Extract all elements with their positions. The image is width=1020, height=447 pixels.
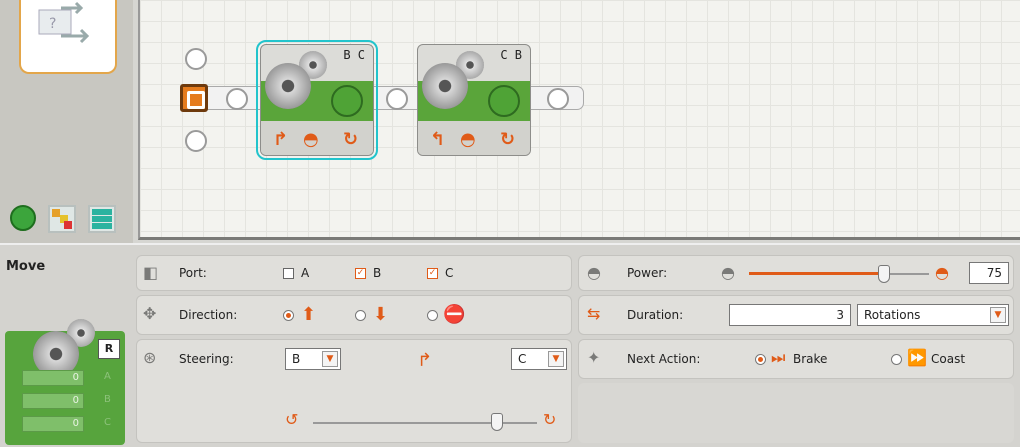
switch-block-palette-tile[interactable]: ?	[19, 0, 117, 74]
power-icon: ◓	[460, 129, 476, 150]
complete-palette-tab[interactable]	[48, 205, 76, 233]
coast-icon: ⏩	[907, 348, 927, 367]
reset-button[interactable]: R	[98, 339, 120, 359]
feedback-row-c: 0 C	[22, 416, 120, 432]
direction-stop-radio[interactable]	[427, 310, 438, 321]
chevron-down-icon: ▼	[548, 351, 564, 367]
power-input[interactable]: 75	[969, 262, 1009, 284]
coast-radio[interactable]	[891, 354, 902, 365]
coast-label[interactable]: Coast	[931, 352, 965, 366]
duration-icon: ⇆	[587, 304, 601, 323]
steering-row: ⊛ Steering: B ▼ ↱ C ▼ ↺ ↻	[136, 339, 572, 443]
duration-icon: ↻	[500, 129, 516, 150]
feedback-row-b: 0 B	[22, 393, 120, 409]
steering-label: Steering:	[179, 352, 234, 366]
steer-right-icon: ↱	[417, 350, 433, 371]
direction-label: Direction:	[179, 308, 238, 322]
duration-icon: ↻	[343, 129, 359, 150]
duration-input[interactable]: 3	[729, 304, 851, 326]
direction-backward-radio[interactable]	[355, 310, 366, 321]
duration-row: ⇆ Duration: 3 Rotations ▼	[578, 295, 1014, 335]
next-action-icon: ✦	[587, 348, 601, 367]
high-power-icon: ◓	[935, 263, 949, 282]
port-label: Port:	[179, 266, 207, 280]
up-arrow-icon[interactable]: ⬆	[301, 304, 316, 325]
steer-right-icon: ↱	[273, 129, 289, 150]
palette-panel: ?	[0, 0, 133, 243]
block-ports: B C	[343, 48, 365, 62]
sequence-start-icon[interactable]	[180, 84, 208, 112]
duration-label: Duration:	[627, 308, 684, 322]
down-arrow-icon[interactable]: ⬇	[373, 304, 388, 325]
data-hub-icon	[488, 85, 520, 117]
port-a-checkbox[interactable]	[283, 268, 294, 279]
port-icon: ◧	[143, 263, 159, 282]
power-slider-fill	[749, 272, 884, 275]
svg-text:?: ?	[49, 16, 56, 32]
power-row: ◓ Power: ◓ ◓ 75	[578, 255, 1014, 291]
beam-connector	[386, 88, 408, 110]
power-slider-thumb[interactable]	[878, 265, 890, 283]
custom-palette-icon	[92, 209, 112, 229]
steering-icon: ⊛	[143, 348, 157, 367]
common-palette-tab[interactable]	[10, 205, 38, 233]
power-icon: ◓	[303, 129, 319, 150]
next-action-row: ✦ Next Action: ⏭ Brake ⏩ Coast	[578, 339, 1014, 379]
config-title: Move	[6, 259, 46, 274]
branch-ring-top[interactable]	[185, 48, 207, 70]
power-icon: ◓	[587, 263, 601, 282]
palette-tabs	[10, 205, 130, 235]
empty-row	[578, 383, 1014, 443]
data-hub-icon	[331, 85, 363, 117]
next-action-label: Next Action:	[627, 352, 701, 366]
steering-slider-track[interactable]	[313, 422, 537, 424]
configuration-panel: Move R 0 A 0 B 0 C ◧ Port: A ✓ B ✓ C ✥ D…	[0, 243, 1020, 447]
move-block[interactable]: B C ↱ ◓ ↻	[256, 40, 378, 160]
direction-row: ✥ Direction: ⬆ ⬇ ⛔	[136, 295, 572, 335]
move-block[interactable]: C B ↰ ◓ ↻	[417, 44, 531, 156]
duration-unit-dropdown[interactable]: Rotations ▼	[857, 304, 1009, 326]
turn-right-icon: ↻	[543, 410, 557, 429]
port-b-checkbox[interactable]: ✓	[355, 268, 366, 279]
complete-palette-icon	[52, 209, 72, 229]
beam-connector	[547, 88, 569, 110]
beam-connector	[226, 88, 248, 110]
steering-slider-thumb[interactable]	[490, 413, 503, 431]
feedback-row-a: 0 A	[22, 370, 120, 386]
port-row: ◧ Port: A ✓ B ✓ C	[136, 255, 572, 291]
gear-icon	[265, 63, 311, 109]
gear-icon	[422, 63, 468, 109]
block-ports: C B	[500, 48, 522, 62]
port-c-checkbox[interactable]: ✓	[427, 268, 438, 279]
custom-palette-tab[interactable]	[88, 205, 116, 233]
steer-left-icon: ↰	[430, 129, 446, 150]
branch-ring-bottom[interactable]	[185, 130, 207, 152]
chevron-down-icon: ▼	[322, 351, 338, 367]
brake-label[interactable]: Brake	[793, 352, 827, 366]
low-power-icon: ◓	[721, 263, 735, 282]
right-port-dropdown[interactable]: C ▼	[511, 348, 567, 370]
power-label: Power:	[627, 266, 668, 280]
brake-radio[interactable]	[755, 354, 766, 365]
direction-icon: ✥	[143, 304, 157, 323]
turn-left-icon: ↺	[285, 410, 299, 429]
left-port-dropdown[interactable]: B ▼	[285, 348, 341, 370]
stop-icon[interactable]: ⛔	[443, 304, 465, 325]
switch-icon: ?	[38, 1, 90, 44]
brake-icon: ⏭	[771, 348, 786, 367]
direction-forward-radio[interactable]	[283, 310, 294, 321]
chevron-down-icon: ▼	[990, 307, 1006, 323]
